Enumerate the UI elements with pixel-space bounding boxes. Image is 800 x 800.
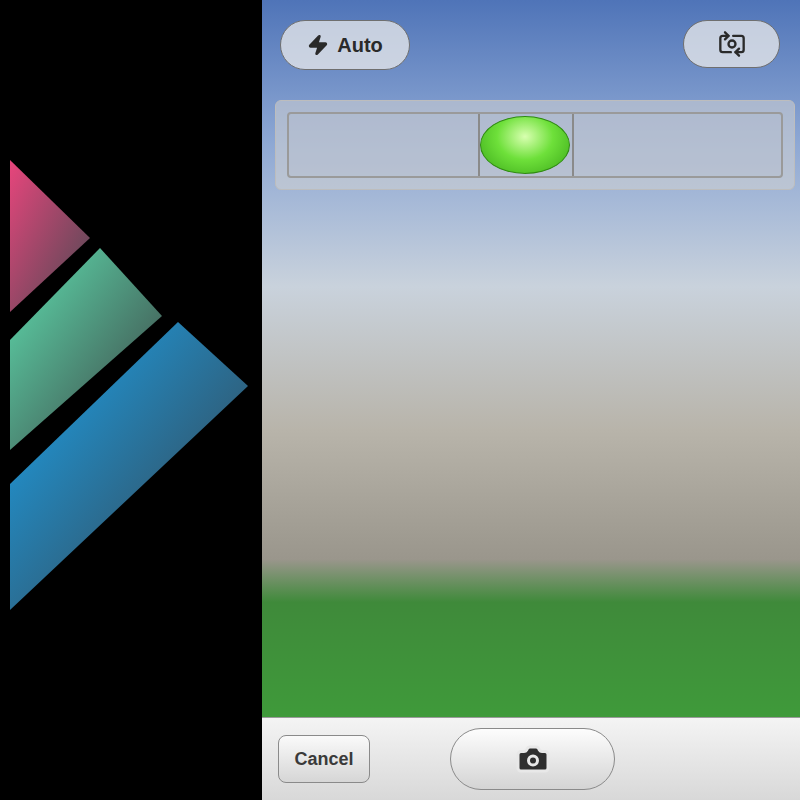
camera-view: Auto Cancel <box>262 0 800 800</box>
switch-camera-button[interactable] <box>683 20 780 68</box>
level-panel <box>275 100 795 190</box>
flash-button[interactable]: Auto <box>280 20 410 70</box>
bottom-toolbar: Cancel <box>262 717 800 800</box>
shutter-button[interactable] <box>450 728 615 790</box>
app-screen: Auto Cancel <box>0 0 800 800</box>
level-bubble <box>480 116 570 174</box>
flash-icon <box>307 34 329 56</box>
app-logo-icon <box>0 0 262 800</box>
camera-icon <box>515 741 551 777</box>
level-mark <box>572 114 574 176</box>
level-track[interactable] <box>287 112 783 178</box>
switch-camera-icon <box>718 30 746 58</box>
logo-panel <box>0 0 262 800</box>
viewfinder: Auto <box>262 0 800 717</box>
cancel-button[interactable]: Cancel <box>278 735 370 783</box>
